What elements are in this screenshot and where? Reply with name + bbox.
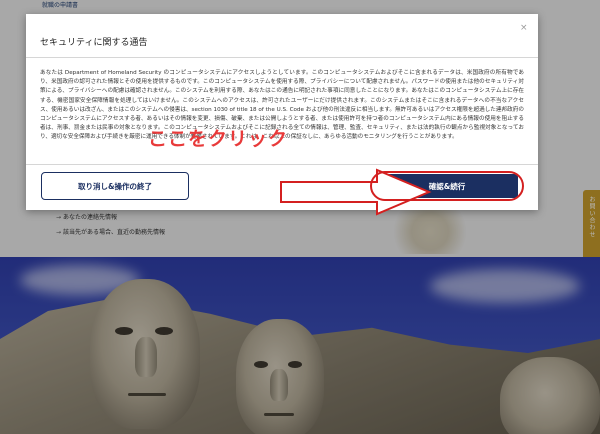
click-here-annotation: ここをクリック — [148, 128, 289, 150]
cancel-and-exit-button[interactable]: 取り消し&操作の終了 — [41, 172, 189, 200]
footer-divider — [26, 164, 538, 165]
title-divider — [26, 57, 538, 58]
close-icon[interactable]: × — [520, 23, 528, 33]
modal-title: セキュリティに関する通告 — [40, 38, 148, 48]
highlight-ring — [370, 171, 524, 201]
